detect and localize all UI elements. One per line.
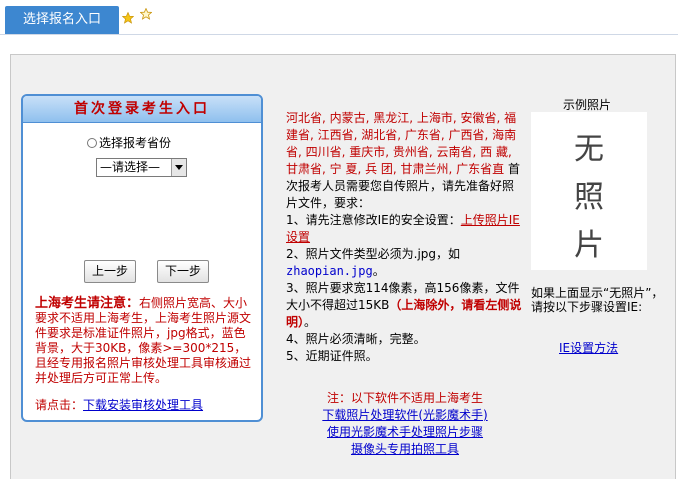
no-photo-hint: 如果上面显示“无照片”，请按以下步骤设置IE:	[531, 286, 664, 314]
photo-char: 照	[574, 180, 604, 215]
ie-settings-method-link[interactable]: IE设置方法	[559, 339, 618, 356]
sample-photo: 无 照 片	[531, 112, 647, 270]
star-outline-icon[interactable]	[140, 8, 152, 20]
note-download: 请点击：下载安装审核处理工具	[35, 396, 203, 413]
note-click-label: 请点击：	[35, 398, 84, 412]
select-value: —请选择—	[100, 160, 161, 174]
sample-photo-title: 示例照片	[563, 98, 612, 112]
province-list: 河北省, 内蒙古, 黑龙江, 上海市, 安徽省, 福建省, 江西省, 湖北省, …	[286, 111, 517, 176]
tab-select-entry[interactable]: 选择报名入口	[5, 6, 119, 34]
item5: 5、近期证件照。	[286, 349, 378, 363]
star-icon[interactable]	[122, 12, 134, 24]
prev-button[interactable]: 上一步	[84, 260, 136, 283]
item4: 4、照片必须清晰，完整。	[286, 332, 426, 346]
item2-example: zhaopian.jpg	[286, 264, 373, 278]
download-software-link[interactable]: 下载照片处理软件(光影魔术手)	[322, 408, 487, 422]
radio-label: 选择报考省份	[99, 136, 172, 150]
process-steps-link[interactable]: 使用光影魔术手处理照片步骤	[327, 425, 483, 439]
province-radio[interactable]: 选择报考省份	[87, 134, 171, 151]
photo-instructions: 河北省, 内蒙古, 黑龙江, 上海市, 安徽省, 福建省, 江西省, 湖北省, …	[286, 110, 524, 365]
shanghai-note: 上海考生请注意：右侧照片宽高、大小要求不适用上海考生，上海考生照片源文件要求是标…	[35, 296, 251, 386]
item1-text: 1、请先注意修改IE的安全设置：	[286, 213, 461, 227]
province-select[interactable]: —请选择—	[96, 158, 187, 177]
item3-end: 。	[304, 315, 317, 329]
login-header: 首次登录考生入口	[23, 96, 261, 123]
download-tool-link[interactable]: 下载安装审核处理工具	[83, 398, 203, 412]
photo-char: 无	[574, 132, 604, 167]
item2-text: 2、照片文件类型必须为.jpg，如	[286, 247, 461, 261]
software-notice: 注：以下软件不适用上海考生	[326, 391, 483, 405]
camera-tool-link[interactable]: 摄像头专用拍照工具	[351, 442, 459, 456]
chevron-down-icon[interactable]	[171, 159, 186, 176]
software-links: 注：以下软件不适用上海考生 下载照片处理软件(光影魔术手) 使用光影魔术手处理照…	[286, 390, 524, 458]
top-bar: 选择报名入口	[0, 0, 678, 35]
next-button[interactable]: 下一步	[157, 260, 209, 283]
item2-end: 。	[372, 264, 385, 278]
photo-char: 片	[574, 228, 604, 263]
note-title: 上海考生请注意：	[35, 296, 140, 311]
radio-icon[interactable]	[87, 138, 97, 148]
first-login-box: 首次登录考生入口 选择报考省份 —请选择— 上一步 下一步 上海考生请注意：右侧…	[21, 94, 263, 422]
